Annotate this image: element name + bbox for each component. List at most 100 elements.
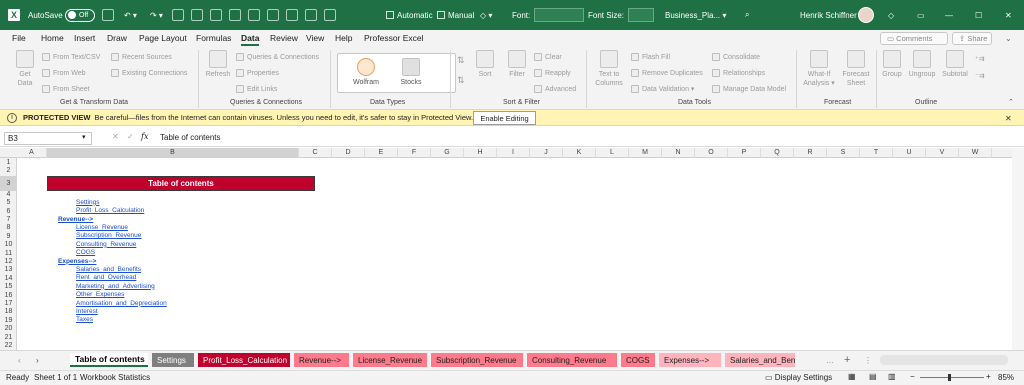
row-header[interactable]: 13 — [0, 266, 17, 274]
user-name[interactable]: Henrik Schiffner — [800, 0, 857, 30]
column-header[interactable]: U — [893, 148, 926, 158]
zoom-slider[interactable] — [920, 377, 984, 378]
file-name[interactable]: Business_Pla... ▾ — [665, 0, 726, 30]
font-size-selector[interactable]: Font Size: — [588, 0, 655, 30]
reapply-button[interactable]: Reapply — [534, 69, 571, 77]
sheet-tab[interactable]: Settings — [152, 353, 194, 367]
sheet-tab[interactable]: Revenue--> — [294, 353, 349, 367]
consolidate-button[interactable]: Consolidate — [712, 53, 760, 61]
diamond-icon[interactable]: ◇ — [888, 0, 894, 30]
enable-editing-button[interactable]: Enable Editing — [473, 111, 536, 125]
toc-link[interactable]: License_Revenue — [76, 224, 128, 231]
next-sheet-icon[interactable]: › — [36, 350, 39, 370]
toc-link[interactable]: Interest — [76, 308, 98, 315]
sheet-options-icon[interactable]: ⋮ — [864, 350, 872, 370]
column-header[interactable]: B — [47, 148, 299, 158]
sheet-tab[interactable]: Consulting_Revenue — [527, 353, 617, 367]
column-header[interactable]: C — [299, 148, 332, 158]
toc-link[interactable]: Settings — [76, 199, 100, 206]
row-header[interactable]: 15 — [0, 283, 17, 291]
cancel-icon[interactable]: ✕ — [112, 132, 119, 141]
sheet-tab[interactable]: COGS — [621, 353, 655, 367]
sheet-tab[interactable]: License_Revenue — [353, 353, 427, 367]
tab-page-layout[interactable]: Page Layout — [139, 33, 187, 43]
workbook-statistics-button[interactable]: Workbook Statistics — [80, 373, 150, 382]
toc-link[interactable]: COGS — [76, 249, 95, 256]
column-header[interactable]: N — [662, 148, 695, 158]
prev-sheet-icon[interactable]: ‹ — [18, 350, 21, 370]
row-header[interactable]: 3 — [0, 175, 17, 191]
fx-icon[interactable]: fx — [141, 132, 148, 141]
relationships-button[interactable]: Relationships — [712, 69, 765, 77]
row-header[interactable]: 6 — [0, 208, 17, 216]
from-text-csv-button[interactable]: From Text/CSV — [42, 53, 100, 61]
zoom-out-icon[interactable]: − — [910, 372, 915, 381]
close-message-icon[interactable]: ✕ — [1005, 110, 1012, 126]
sheet-tab[interactable]: Table of contents — [70, 353, 148, 367]
what-if-analysis-button[interactable]: What-If Analysis ▾ — [802, 50, 836, 88]
tab-data[interactable]: Data — [241, 33, 260, 46]
row-header[interactable]: 8 — [0, 224, 17, 232]
ungroup-button[interactable]: Ungroup — [906, 50, 938, 79]
redo-icon[interactable]: ↷ ▾ — [150, 0, 163, 30]
column-header[interactable]: W — [959, 148, 992, 158]
row-header[interactable]: 4 — [0, 191, 17, 199]
row-header[interactable]: 12 — [0, 258, 17, 266]
comments-button[interactable]: ▭ Comments — [880, 32, 948, 45]
column-header[interactable]: F — [398, 148, 431, 158]
toc-link[interactable]: Rent_and_Overhead — [76, 274, 136, 281]
formula-input[interactable]: Table of contents — [160, 133, 220, 142]
enter-icon[interactable]: ✓ — [127, 132, 134, 141]
manual-checkbox[interactable]: Manual — [437, 0, 474, 30]
column-header[interactable]: D — [332, 148, 365, 158]
column-header[interactable]: K — [563, 148, 596, 158]
row-header[interactable]: 21 — [0, 334, 17, 342]
row-header[interactable]: 7 — [0, 216, 17, 224]
section-header-link[interactable]: Revenue--> — [58, 216, 93, 223]
subtotal-button[interactable]: Subtotal — [940, 50, 970, 79]
eraser-icon[interactable]: ◇ ▾ — [480, 0, 492, 30]
from-web-button[interactable]: From Web — [42, 69, 86, 77]
tab-home[interactable]: Home — [41, 33, 64, 43]
row-header[interactable]: 20 — [0, 325, 17, 333]
name-box-dropdown-icon[interactable]: ▾ — [82, 133, 86, 141]
add-sheet-icon[interactable]: + — [844, 350, 850, 370]
minimize-button[interactable]: — — [945, 0, 953, 30]
automatic-checkbox[interactable]: Automatic — [386, 0, 433, 30]
zoom-in-icon[interactable]: + — [986, 372, 991, 381]
column-header[interactable]: O — [695, 148, 728, 158]
quick-access-icons[interactable] — [172, 0, 336, 30]
more-sheets-icon[interactable]: … — [826, 350, 834, 370]
search-icon[interactable]: ⌕ — [745, 0, 749, 30]
sheet-tab[interactable]: Profit_Loss_Calculation — [198, 353, 290, 367]
maximize-button[interactable]: ☐ — [975, 0, 982, 30]
column-header[interactable]: H — [464, 148, 497, 158]
tab-professor-excel[interactable]: Professor Excel — [364, 33, 424, 43]
toc-link[interactable]: Marketing_and_Advertising — [76, 283, 155, 290]
column-header[interactable]: P — [728, 148, 761, 158]
hide-detail-icon[interactable]: ⁻⇉ — [975, 72, 985, 80]
sort-az-icon[interactable]: ⇅ — [457, 55, 465, 66]
column-header[interactable]: Q — [761, 148, 794, 158]
sort-button[interactable]: Sort — [473, 50, 497, 79]
text-to-columns-button[interactable]: Text to Columns — [592, 50, 626, 88]
clear-button[interactable]: Clear — [534, 53, 562, 61]
tab-formulas[interactable]: Formulas — [196, 33, 231, 43]
sheet-tab[interactable]: Subscription_Revenue — [431, 353, 523, 367]
filter-button[interactable]: Filter — [505, 50, 529, 79]
row-header[interactable]: 2 — [0, 167, 17, 175]
row-header[interactable]: 16 — [0, 292, 17, 300]
group-button[interactable]: Group — [880, 50, 904, 79]
toc-link[interactable]: Amortisation_and_Depreciation — [76, 300, 167, 307]
row-header[interactable]: 1 — [0, 159, 17, 167]
tab-view[interactable]: View — [306, 33, 324, 43]
tab-file[interactable]: File — [12, 33, 26, 43]
recent-sources-button[interactable]: Recent Sources — [111, 53, 172, 61]
toc-link[interactable]: Consulting_Revenue — [76, 241, 136, 248]
row-header[interactable]: 9 — [0, 233, 17, 241]
row-header[interactable]: 18 — [0, 308, 17, 316]
row-header[interactable]: 17 — [0, 300, 17, 308]
stocks-button[interactable]: Stocks — [396, 58, 426, 87]
column-header[interactable]: I — [497, 148, 530, 158]
properties-button[interactable]: Properties — [236, 69, 279, 77]
